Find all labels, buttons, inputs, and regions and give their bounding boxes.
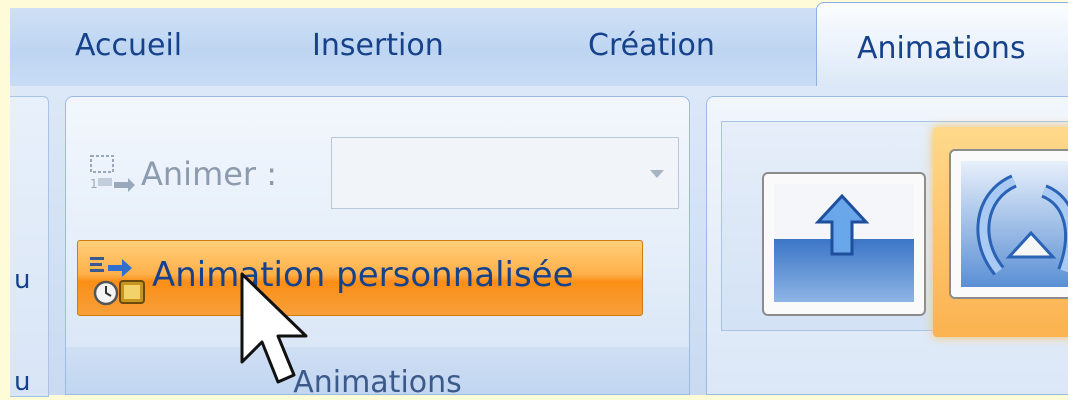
tab-animations[interactable]: Animations [816,2,1068,86]
dropdown-arrow-icon [650,170,664,178]
selected-transition-highlight [933,127,1068,337]
previous-group: u u [10,96,49,397]
tab-insert[interactable]: Insertion [312,28,444,63]
wipe-transition-icon [976,174,1068,276]
animations-group: 1 Animer : Animation personnalisée Anima [65,96,690,400]
animate-label: Animer : [141,155,278,193]
ribbon-body: u u 1 Animer : Animation personnalisée A… [10,86,1068,400]
previous-group-fragment: u [14,367,31,397]
tab-animations-label: Animations [857,31,1026,66]
svg-text:1: 1 [90,177,98,191]
custom-animation-button[interactable]: Animation personnalisée [77,240,643,316]
previous-group-fragment: u [14,265,31,295]
custom-animation-icon [90,257,145,306]
transitions-group [706,96,1068,395]
animate-dropdown[interactable] [331,137,679,209]
animate-icon: 1 [90,155,135,192]
custom-animation-label: Animation personnalisée [152,255,574,295]
transition-thumbnail[interactable] [762,172,926,316]
mouse-cursor-icon [240,272,308,384]
tab-home[interactable]: Accueil [75,28,182,63]
tab-design[interactable]: Création [588,28,715,63]
arrow-up-icon [814,194,870,256]
transition-thumbnail-selected[interactable] [949,149,1068,299]
